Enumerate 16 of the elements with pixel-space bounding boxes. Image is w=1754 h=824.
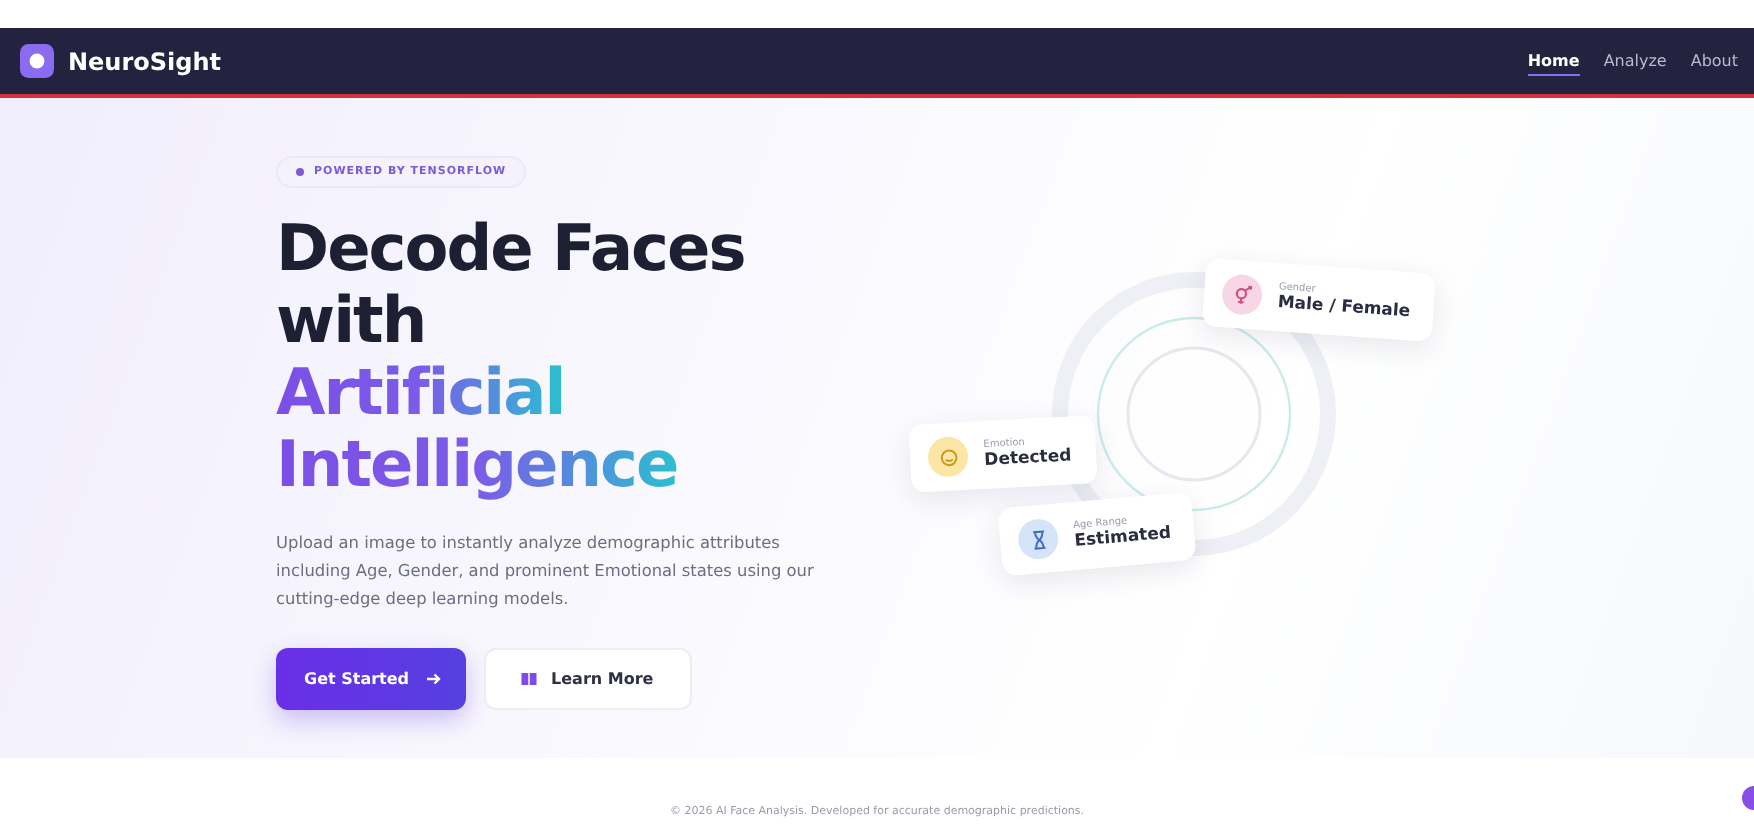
nav-link[interactable]: Home [1527, 47, 1580, 75]
headline-line: Decode Faces [276, 212, 745, 284]
card-value: Detected [983, 446, 1072, 471]
gender-icon [1230, 282, 1254, 307]
get-started-button[interactable]: Get Started [276, 648, 466, 710]
logo-icon [20, 44, 54, 78]
card-value: Male / Female [1277, 293, 1411, 323]
learn-more-button[interactable]: Learn More [483, 648, 692, 710]
brand-name: NeuroSight [68, 47, 222, 75]
book-icon [519, 670, 538, 688]
hero-description: Upload an image to instantly analyze demographic attributes including Age, Gender, and prominent Emotional states using our cutting-edge deep learning models. [276, 530, 816, 612]
nav-link[interactable]: Analyze [1603, 47, 1667, 75]
arrow-right-icon [423, 670, 442, 688]
headline-line: with [276, 284, 426, 356]
smiley-icon [936, 445, 960, 469]
nav-link[interactable]: About [1690, 47, 1738, 75]
